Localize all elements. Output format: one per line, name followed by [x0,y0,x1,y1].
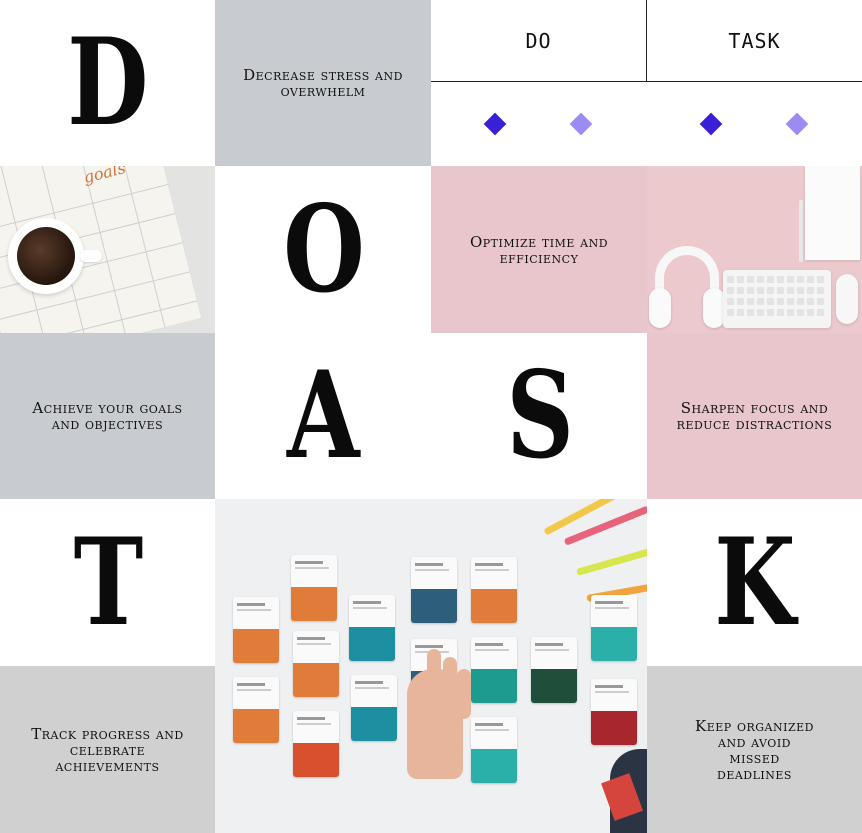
task-label: TASK [728,28,781,53]
caption-focus: Sharpen focus and reduce distractions [676,399,833,433]
diamond-light-icon [785,112,809,136]
letter-o-cell: O [215,166,431,333]
goals-cell: Achieve your goals and objectives [0,333,215,499]
card [471,637,517,703]
card [411,557,457,623]
keyboard-icon [723,270,831,328]
card [349,595,395,661]
card [591,679,637,745]
letter-a: A [287,345,360,486]
diamond-light-icon [569,112,593,136]
caption-optimize: Optimize time and efficiency [469,232,609,267]
card [531,637,577,703]
do-header-box: DO [431,0,647,82]
progress-cell: Track progress and celebrate achievement… [0,666,215,833]
do-task-header: DO TASK [431,0,862,166]
focus-cell: Sharpen focus and reduce distractions [647,333,862,499]
letter-a-cell: A [215,333,431,499]
coffee-mug-icon [8,218,84,294]
caption-progress: Track progress and celebrate achievement… [31,724,184,775]
letter-k: K [714,511,796,653]
pencil-icon [576,547,647,576]
caption-stress: Decrease stress and overwhelm [243,66,403,100]
optimize-cell: Optimize time and efficiency [431,166,647,333]
task-header-box: TASK [647,0,862,82]
card [293,631,339,697]
letter-s-cell: S [431,333,647,499]
organized-cell: Keep organized and avoid missed deadline… [647,666,862,833]
card [471,557,517,623]
diamond-dark-icon [699,112,723,136]
cards-hand-photo [215,499,647,833]
letter-o: O [283,178,365,320]
card [233,677,279,743]
card [233,597,279,663]
pen-icon [799,200,803,262]
letter-d: D [67,12,149,153]
letter-t: T [73,511,143,653]
desk-headphones-photo [647,166,862,333]
card [291,555,337,621]
notebook-coffee-photo: goals [0,166,215,333]
notepad-icon [805,166,860,260]
letter-t-cell: T [0,499,215,666]
do-label: DO [525,28,552,53]
mouse-icon [836,274,858,324]
caption-organized: Keep organized and avoid missed deadline… [695,716,814,783]
letter-s: S [505,345,574,486]
caption-goals: Achieve your goals and objectives [32,399,183,433]
letter-d-cell: D [0,0,215,166]
card [293,711,339,777]
diamond-dark-icon [483,112,507,136]
letter-k-cell: K [647,499,862,666]
do-task-grid: D Decrease stress and overwhelm DO TASK … [0,0,862,833]
card [471,717,517,783]
card [351,675,397,741]
stress-cell: Decrease stress and overwhelm [215,0,431,166]
notebook-goals-text: goals [81,166,128,187]
card [591,595,637,661]
